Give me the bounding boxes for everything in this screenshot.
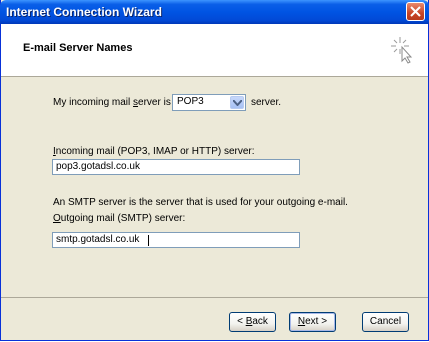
next-button[interactable]: Next > <box>289 312 336 332</box>
text-caret <box>148 235 149 246</box>
close-icon <box>410 6 421 17</box>
close-button[interactable] <box>406 2 425 21</box>
dropdown-arrow-button[interactable] <box>230 96 244 109</box>
wizard-cursor-icon <box>391 37 413 64</box>
button-bar: < Back Next > Cancel <box>1 297 428 341</box>
cancel-button[interactable]: Cancel <box>362 312 409 332</box>
chevron-down-icon <box>233 100 242 106</box>
incoming-type-label: My incoming mail server is a <box>53 97 180 108</box>
wizard-window: Internet Connection Wizard E-mail Server… <box>0 0 429 341</box>
title-bar[interactable]: Internet Connection Wizard <box>0 0 429 24</box>
incoming-server-input[interactable]: pop3.gotadsl.co.uk <box>52 159 300 175</box>
outgoing-server-input[interactable]: smtp.gotadsl.co.uk <box>52 232 300 248</box>
outgoing-server-value: smtp.gotadsl.co.uk <box>56 234 140 245</box>
outgoing-server-label: Outgoing mail (SMTP) server: <box>53 213 186 224</box>
page-title: E-mail Server Names <box>23 42 133 54</box>
window-title: Internet Connection Wizard <box>6 5 162 19</box>
form-area: My incoming mail server is a POP3 server… <box>1 77 428 297</box>
header-pane: E-mail Server Names <box>1 24 428 77</box>
server-type-select[interactable]: POP3 <box>172 94 246 111</box>
incoming-server-value: pop3.gotadsl.co.uk <box>56 161 140 172</box>
smtp-info-text: An SMTP server is the server that is use… <box>53 197 348 208</box>
server-type-value: POP3 <box>177 96 204 107</box>
incoming-server-label: Incoming mail (POP3, IMAP or HTTP) serve… <box>53 146 255 157</box>
back-button[interactable]: < Back <box>229 312 276 332</box>
server-suffix-label: server. <box>251 97 282 108</box>
